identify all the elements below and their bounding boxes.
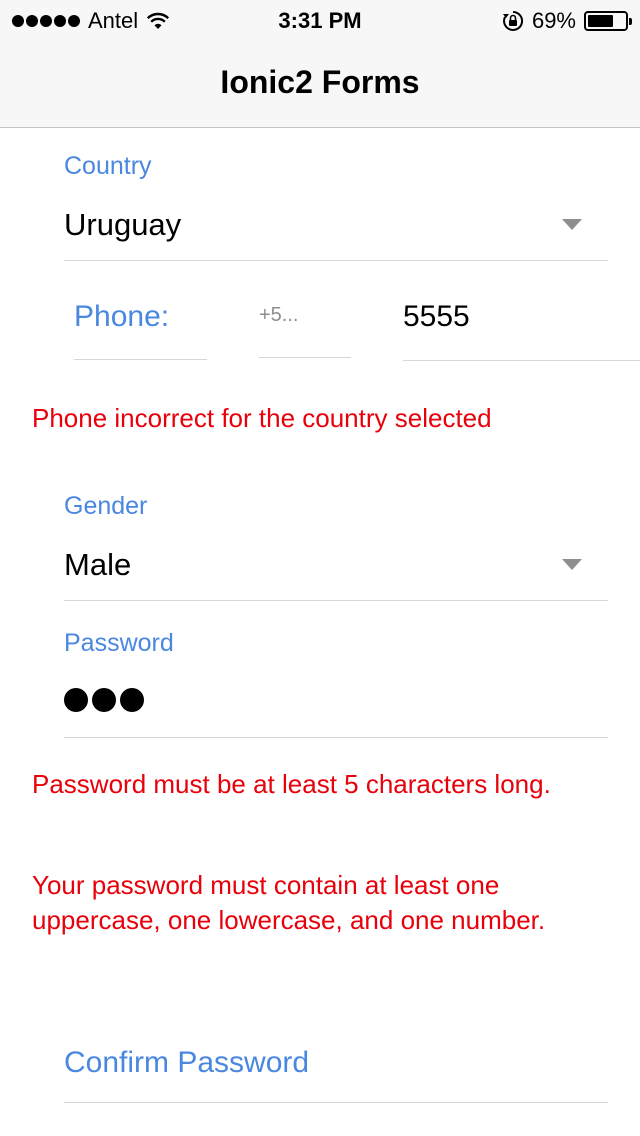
country-select[interactable]: Country Uruguay xyxy=(64,150,608,261)
rotation-lock-icon xyxy=(502,10,523,31)
country-label: Country xyxy=(64,152,152,180)
battery-fill xyxy=(588,15,613,27)
gender-label: Gender xyxy=(64,492,148,520)
password-mask-dot xyxy=(120,688,144,712)
page-title: Ionic2 Forms xyxy=(220,64,420,100)
password-label: Password xyxy=(64,629,174,657)
status-bar: Antel 3:31 PM 69% xyxy=(0,0,640,40)
phone-code-select[interactable]: +5... xyxy=(259,304,351,358)
phone-number-value: 5555 xyxy=(403,300,470,333)
password-mask-dot xyxy=(64,688,88,712)
password-complexity-error: Your password must contain at least one … xyxy=(32,870,546,935)
password-input[interactable]: Password xyxy=(64,627,608,738)
gender-value: Male xyxy=(64,547,132,582)
confirm-password-input[interactable]: Confirm Password xyxy=(64,1040,608,1103)
country-value: Uruguay xyxy=(64,207,182,242)
phone-label-cell: Phone: xyxy=(74,300,207,360)
confirm-password-label: Confirm Password xyxy=(64,1046,310,1079)
battery-icon xyxy=(584,11,632,31)
chevron-down-icon xyxy=(562,219,582,230)
status-right: 69% xyxy=(502,8,632,34)
password-mask-dot xyxy=(92,688,116,712)
password-masked-value xyxy=(64,688,144,712)
phone-code: +5... xyxy=(259,304,299,326)
phone-number-input[interactable]: 5555 xyxy=(403,300,640,361)
header-bar: Ionic2 Forms xyxy=(0,40,640,128)
gender-select[interactable]: Gender Male xyxy=(64,490,608,601)
phone-error-message: Phone incorrect for the country selected xyxy=(32,403,492,433)
phone-label: Phone: xyxy=(74,300,170,333)
password-length-error: Password must be at least 5 characters l… xyxy=(32,769,551,799)
chevron-down-icon xyxy=(562,559,582,570)
battery-percent: 69% xyxy=(531,8,576,33)
